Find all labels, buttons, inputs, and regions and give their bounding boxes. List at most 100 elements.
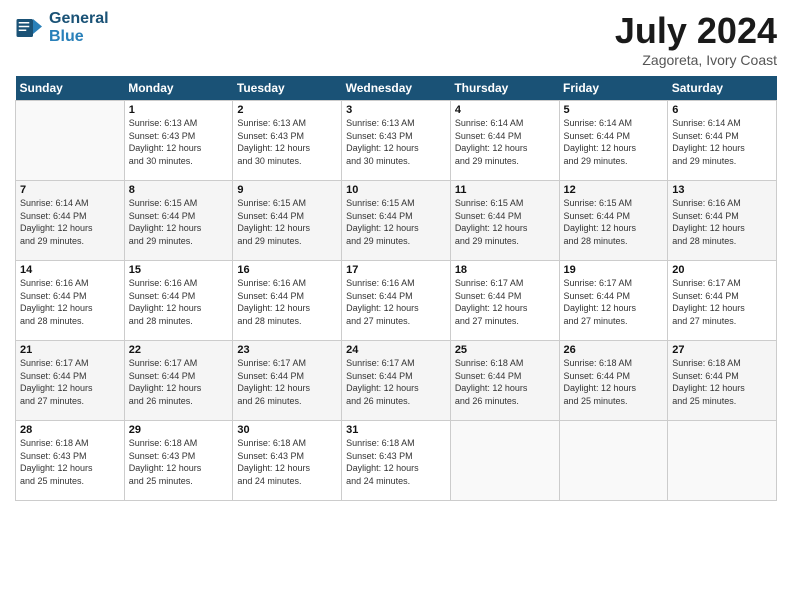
day-number: 19	[564, 264, 664, 276]
day-info: Sunrise: 6:15 AM Sunset: 6:44 PM Dayligh…	[237, 197, 337, 247]
week-row-1: 1Sunrise: 6:13 AM Sunset: 6:43 PM Daylig…	[16, 101, 777, 181]
day-info: Sunrise: 6:18 AM Sunset: 6:44 PM Dayligh…	[455, 357, 555, 407]
calendar-cell: 29Sunrise: 6:18 AM Sunset: 6:43 PM Dayli…	[124, 421, 233, 501]
header-row: SundayMondayTuesdayWednesdayThursdayFrid…	[16, 76, 777, 101]
location: Zagoreta, Ivory Coast	[615, 52, 777, 68]
calendar-cell: 26Sunrise: 6:18 AM Sunset: 6:44 PM Dayli…	[559, 341, 668, 421]
day-number: 26	[564, 344, 664, 356]
day-info: Sunrise: 6:16 AM Sunset: 6:44 PM Dayligh…	[237, 277, 337, 327]
day-info: Sunrise: 6:16 AM Sunset: 6:44 PM Dayligh…	[346, 277, 446, 327]
day-info: Sunrise: 6:16 AM Sunset: 6:44 PM Dayligh…	[20, 277, 120, 327]
day-info: Sunrise: 6:17 AM Sunset: 6:44 PM Dayligh…	[672, 277, 772, 327]
day-info: Sunrise: 6:17 AM Sunset: 6:44 PM Dayligh…	[564, 277, 664, 327]
day-number: 11	[455, 184, 555, 196]
calendar-cell: 14Sunrise: 6:16 AM Sunset: 6:44 PM Dayli…	[16, 261, 125, 341]
calendar-cell: 15Sunrise: 6:16 AM Sunset: 6:44 PM Dayli…	[124, 261, 233, 341]
day-info: Sunrise: 6:14 AM Sunset: 6:44 PM Dayligh…	[564, 117, 664, 167]
day-info: Sunrise: 6:13 AM Sunset: 6:43 PM Dayligh…	[129, 117, 229, 167]
column-header-tuesday: Tuesday	[233, 76, 342, 101]
day-number: 25	[455, 344, 555, 356]
day-number: 24	[346, 344, 446, 356]
day-number: 27	[672, 344, 772, 356]
title-area: July 2024 Zagoreta, Ivory Coast	[615, 10, 777, 68]
day-info: Sunrise: 6:18 AM Sunset: 6:44 PM Dayligh…	[564, 357, 664, 407]
day-info: Sunrise: 6:13 AM Sunset: 6:43 PM Dayligh…	[346, 117, 446, 167]
calendar-cell	[450, 421, 559, 501]
day-info: Sunrise: 6:16 AM Sunset: 6:44 PM Dayligh…	[672, 197, 772, 247]
day-info: Sunrise: 6:14 AM Sunset: 6:44 PM Dayligh…	[20, 197, 120, 247]
calendar-cell	[559, 421, 668, 501]
day-info: Sunrise: 6:15 AM Sunset: 6:44 PM Dayligh…	[346, 197, 446, 247]
calendar-cell: 4Sunrise: 6:14 AM Sunset: 6:44 PM Daylig…	[450, 101, 559, 181]
calendar-cell: 23Sunrise: 6:17 AM Sunset: 6:44 PM Dayli…	[233, 341, 342, 421]
day-number: 23	[237, 344, 337, 356]
calendar-cell: 22Sunrise: 6:17 AM Sunset: 6:44 PM Dayli…	[124, 341, 233, 421]
calendar-cell: 19Sunrise: 6:17 AM Sunset: 6:44 PM Dayli…	[559, 261, 668, 341]
day-info: Sunrise: 6:17 AM Sunset: 6:44 PM Dayligh…	[129, 357, 229, 407]
calendar-cell: 16Sunrise: 6:16 AM Sunset: 6:44 PM Dayli…	[233, 261, 342, 341]
calendar-cell: 11Sunrise: 6:15 AM Sunset: 6:44 PM Dayli…	[450, 181, 559, 261]
day-number: 22	[129, 344, 229, 356]
logo-text: General Blue	[49, 10, 109, 45]
page: General Blue July 2024 Zagoreta, Ivory C…	[0, 0, 792, 612]
day-number: 7	[20, 184, 120, 196]
column-header-sunday: Sunday	[16, 76, 125, 101]
day-number: 10	[346, 184, 446, 196]
calendar-cell: 30Sunrise: 6:18 AM Sunset: 6:43 PM Dayli…	[233, 421, 342, 501]
day-number: 31	[346, 424, 446, 436]
day-number: 30	[237, 424, 337, 436]
day-number: 29	[129, 424, 229, 436]
calendar-cell: 6Sunrise: 6:14 AM Sunset: 6:44 PM Daylig…	[668, 101, 777, 181]
calendar-cell: 18Sunrise: 6:17 AM Sunset: 6:44 PM Dayli…	[450, 261, 559, 341]
calendar-cell: 25Sunrise: 6:18 AM Sunset: 6:44 PM Dayli…	[450, 341, 559, 421]
day-info: Sunrise: 6:15 AM Sunset: 6:44 PM Dayligh…	[455, 197, 555, 247]
day-info: Sunrise: 6:18 AM Sunset: 6:43 PM Dayligh…	[346, 437, 446, 487]
calendar-cell: 28Sunrise: 6:18 AM Sunset: 6:43 PM Dayli…	[16, 421, 125, 501]
day-number: 17	[346, 264, 446, 276]
column-header-monday: Monday	[124, 76, 233, 101]
calendar-cell: 24Sunrise: 6:17 AM Sunset: 6:44 PM Dayli…	[342, 341, 451, 421]
day-info: Sunrise: 6:17 AM Sunset: 6:44 PM Dayligh…	[346, 357, 446, 407]
day-info: Sunrise: 6:15 AM Sunset: 6:44 PM Dayligh…	[129, 197, 229, 247]
column-header-friday: Friday	[559, 76, 668, 101]
calendar-cell	[16, 101, 125, 181]
calendar-cell: 13Sunrise: 6:16 AM Sunset: 6:44 PM Dayli…	[668, 181, 777, 261]
day-info: Sunrise: 6:13 AM Sunset: 6:43 PM Dayligh…	[237, 117, 337, 167]
week-row-2: 7Sunrise: 6:14 AM Sunset: 6:44 PM Daylig…	[16, 181, 777, 261]
day-info: Sunrise: 6:15 AM Sunset: 6:44 PM Dayligh…	[564, 197, 664, 247]
logo-icon	[15, 13, 45, 43]
week-row-5: 28Sunrise: 6:18 AM Sunset: 6:43 PM Dayli…	[16, 421, 777, 501]
calendar-cell: 12Sunrise: 6:15 AM Sunset: 6:44 PM Dayli…	[559, 181, 668, 261]
day-number: 18	[455, 264, 555, 276]
calendar-cell	[668, 421, 777, 501]
day-number: 5	[564, 104, 664, 116]
day-info: Sunrise: 6:18 AM Sunset: 6:43 PM Dayligh…	[237, 437, 337, 487]
logo: General Blue	[15, 10, 109, 45]
day-number: 8	[129, 184, 229, 196]
day-info: Sunrise: 6:14 AM Sunset: 6:44 PM Dayligh…	[455, 117, 555, 167]
week-row-4: 21Sunrise: 6:17 AM Sunset: 6:44 PM Dayli…	[16, 341, 777, 421]
day-info: Sunrise: 6:18 AM Sunset: 6:43 PM Dayligh…	[20, 437, 120, 487]
day-info: Sunrise: 6:17 AM Sunset: 6:44 PM Dayligh…	[237, 357, 337, 407]
calendar-cell: 31Sunrise: 6:18 AM Sunset: 6:43 PM Dayli…	[342, 421, 451, 501]
calendar-cell: 27Sunrise: 6:18 AM Sunset: 6:44 PM Dayli…	[668, 341, 777, 421]
day-number: 3	[346, 104, 446, 116]
column-header-saturday: Saturday	[668, 76, 777, 101]
day-number: 12	[564, 184, 664, 196]
day-number: 9	[237, 184, 337, 196]
column-header-wednesday: Wednesday	[342, 76, 451, 101]
day-number: 28	[20, 424, 120, 436]
day-info: Sunrise: 6:17 AM Sunset: 6:44 PM Dayligh…	[20, 357, 120, 407]
day-number: 6	[672, 104, 772, 116]
day-info: Sunrise: 6:14 AM Sunset: 6:44 PM Dayligh…	[672, 117, 772, 167]
calendar-cell: 3Sunrise: 6:13 AM Sunset: 6:43 PM Daylig…	[342, 101, 451, 181]
calendar-cell: 8Sunrise: 6:15 AM Sunset: 6:44 PM Daylig…	[124, 181, 233, 261]
calendar-table: SundayMondayTuesdayWednesdayThursdayFrid…	[15, 76, 777, 501]
day-info: Sunrise: 6:16 AM Sunset: 6:44 PM Dayligh…	[129, 277, 229, 327]
calendar-cell: 7Sunrise: 6:14 AM Sunset: 6:44 PM Daylig…	[16, 181, 125, 261]
calendar-cell: 10Sunrise: 6:15 AM Sunset: 6:44 PM Dayli…	[342, 181, 451, 261]
day-number: 4	[455, 104, 555, 116]
column-header-thursday: Thursday	[450, 76, 559, 101]
calendar-cell: 2Sunrise: 6:13 AM Sunset: 6:43 PM Daylig…	[233, 101, 342, 181]
day-info: Sunrise: 6:18 AM Sunset: 6:43 PM Dayligh…	[129, 437, 229, 487]
